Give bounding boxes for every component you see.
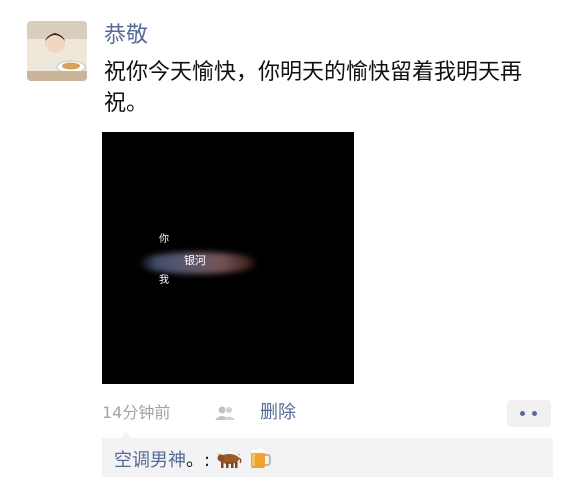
post-image[interactable]: 你 银河 我: [102, 132, 354, 384]
beer-mug-emoji: [249, 447, 271, 468]
image-word-me: 我: [159, 275, 169, 286]
author-name[interactable]: 恭敬: [104, 20, 148, 52]
dot-icon: [520, 411, 525, 416]
comment-item: 空调男神。:: [114, 446, 272, 473]
cow-emoji: [216, 453, 242, 468]
commenter-name[interactable]: 空调男神: [114, 450, 186, 471]
post-text: 祝你今天愉快，你明天的愉快留着我明天再祝。: [104, 60, 523, 116]
post-time: 14分钟前: [102, 403, 171, 422]
comment-box: 空调男神。:: [102, 432, 553, 477]
comment-text: 。:: [186, 450, 211, 471]
dot-icon: [532, 411, 537, 416]
avatar[interactable]: [27, 21, 87, 81]
friends-visibility-icon[interactable]: [214, 405, 236, 421]
delete-button[interactable]: 删除: [260, 401, 296, 425]
image-word-you: 你: [159, 234, 169, 245]
more-actions-button[interactable]: [507, 400, 551, 427]
image-word-galaxy: 银河: [184, 254, 206, 267]
